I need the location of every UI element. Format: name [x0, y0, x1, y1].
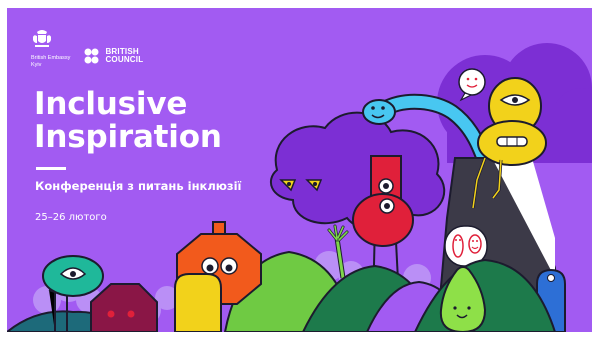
event-title: Inclusive Inspiration	[34, 88, 222, 154]
event-subtitle: Конференція з питань інклюзії	[35, 179, 242, 193]
title-line-1: Inclusive	[34, 86, 188, 122]
title-line-2: Inspiration	[34, 119, 222, 155]
embassy-line-1: British Embassy	[31, 55, 71, 61]
partner-logos: British Embassy Kyiv BRITISH COUNCIL	[31, 28, 143, 68]
yellow-column-creature	[174, 273, 222, 332]
british-council-logo: BRITISH COUNCIL	[84, 48, 143, 64]
event-dates: 25–26 лютого	[35, 212, 107, 223]
council-line-2: COUNCIL	[105, 55, 144, 64]
british-council-dots-icon	[84, 48, 99, 64]
british-embassy-logo: British Embassy Kyiv	[31, 28, 70, 68]
royal-crest-icon	[33, 30, 51, 47]
embassy-line-2: Kyiv	[31, 61, 42, 68]
event-banner: British Embassy Kyiv BRITISH COUNCIL Inc…	[7, 8, 592, 332]
title-underline	[36, 167, 66, 170]
